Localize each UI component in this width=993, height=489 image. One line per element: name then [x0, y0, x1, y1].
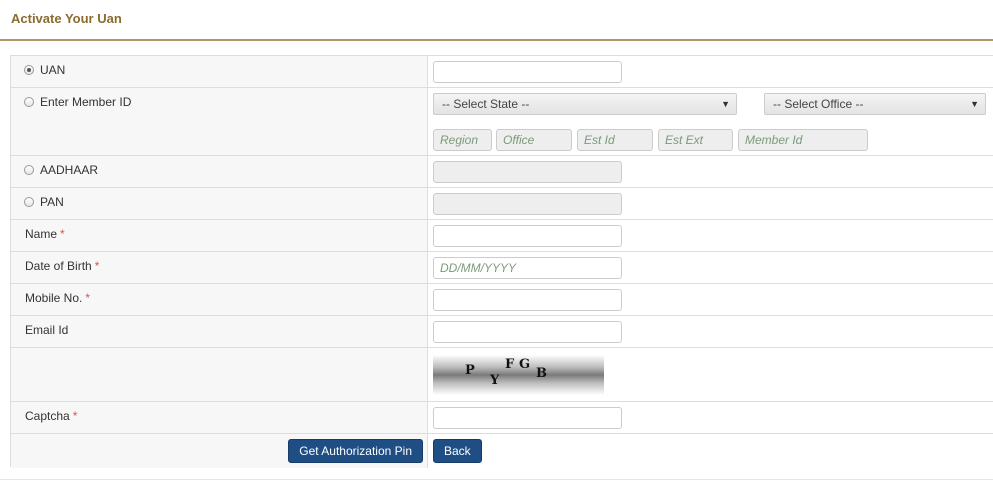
row-mobile: Mobile No. * — [11, 284, 993, 316]
pan-radio[interactable] — [24, 197, 34, 207]
row-pan: PAN — [11, 188, 993, 220]
chevron-down-icon: ▼ — [721, 99, 730, 109]
row-uan: UAN — [11, 56, 993, 88]
required-mark: * — [72, 409, 78, 423]
est-ext-input[interactable]: Est Ext — [658, 129, 733, 151]
captcha-image: P Y F G B — [433, 355, 604, 395]
get-authorization-pin-button[interactable]: Get Authorization Pin — [288, 439, 423, 463]
office-select[interactable]: -- Select Office -- ▼ — [764, 93, 986, 115]
pan-radio-option[interactable]: PAN — [24, 195, 64, 209]
member-id-label: Enter Member ID — [40, 95, 132, 109]
aadhaar-input[interactable] — [433, 161, 622, 183]
member-id-radio[interactable] — [24, 97, 34, 107]
uan-input[interactable] — [433, 61, 622, 83]
required-mark: * — [60, 227, 65, 241]
bottom-divider — [0, 479, 993, 480]
office-select-value: -- Select Office -- — [773, 97, 864, 111]
dob-label: Date of Birth * — [25, 259, 100, 273]
page-title: Activate Your Uan — [11, 11, 122, 26]
est-id-input[interactable]: Est Id — [577, 129, 653, 151]
row-dob: Date of Birth * DD/MM/YYYY — [11, 252, 993, 284]
aadhaar-radio-option[interactable]: AADHAAR — [24, 163, 98, 177]
chevron-down-icon: ▼ — [970, 99, 979, 109]
aadhaar-label: AADHAAR — [40, 163, 99, 177]
row-name: Name * — [11, 220, 993, 252]
member-id-radio-option[interactable]: Enter Member ID — [24, 95, 131, 109]
region-input[interactable]: Region — [433, 129, 492, 151]
row-aadhaar: AADHAAR — [11, 156, 993, 188]
state-select[interactable]: -- Select State -- ▼ — [433, 93, 737, 115]
mobile-label: Mobile No. * — [25, 291, 91, 305]
uan-radio-option[interactable]: UAN — [24, 63, 65, 77]
back-button[interactable]: Back — [433, 439, 482, 463]
row-actions: Get Authorization Pin Back — [11, 434, 993, 468]
row-captcha: Captcha * — [11, 402, 993, 434]
office-input[interactable]: Office — [496, 129, 572, 151]
captcha-input[interactable] — [433, 407, 622, 429]
row-member-id: Enter Member ID -- Select State -- ▼ -- … — [11, 88, 993, 156]
member-id-input[interactable]: Member Id — [738, 129, 868, 151]
name-label: Name * — [25, 227, 65, 241]
row-captcha-image: P Y F G B — [11, 348, 993, 402]
row-email: Email Id — [11, 316, 993, 348]
pan-label: PAN — [40, 195, 64, 209]
uan-radio[interactable] — [24, 65, 34, 75]
name-input[interactable] — [433, 225, 622, 247]
title-divider — [0, 39, 993, 41]
mobile-input[interactable] — [433, 289, 622, 311]
activation-form: UAN Enter Member ID -- Select State -- ▼… — [10, 55, 993, 468]
required-mark: * — [85, 291, 91, 305]
uan-label: UAN — [40, 63, 66, 77]
pan-input[interactable] — [433, 193, 622, 215]
aadhaar-radio[interactable] — [24, 165, 34, 175]
captcha-label: Captcha * — [25, 409, 78, 423]
dob-input[interactable]: DD/MM/YYYY — [433, 257, 622, 279]
email-input[interactable] — [433, 321, 622, 343]
email-label: Email Id — [25, 323, 69, 337]
state-select-value: -- Select State -- — [442, 97, 530, 111]
required-mark: * — [94, 259, 100, 273]
